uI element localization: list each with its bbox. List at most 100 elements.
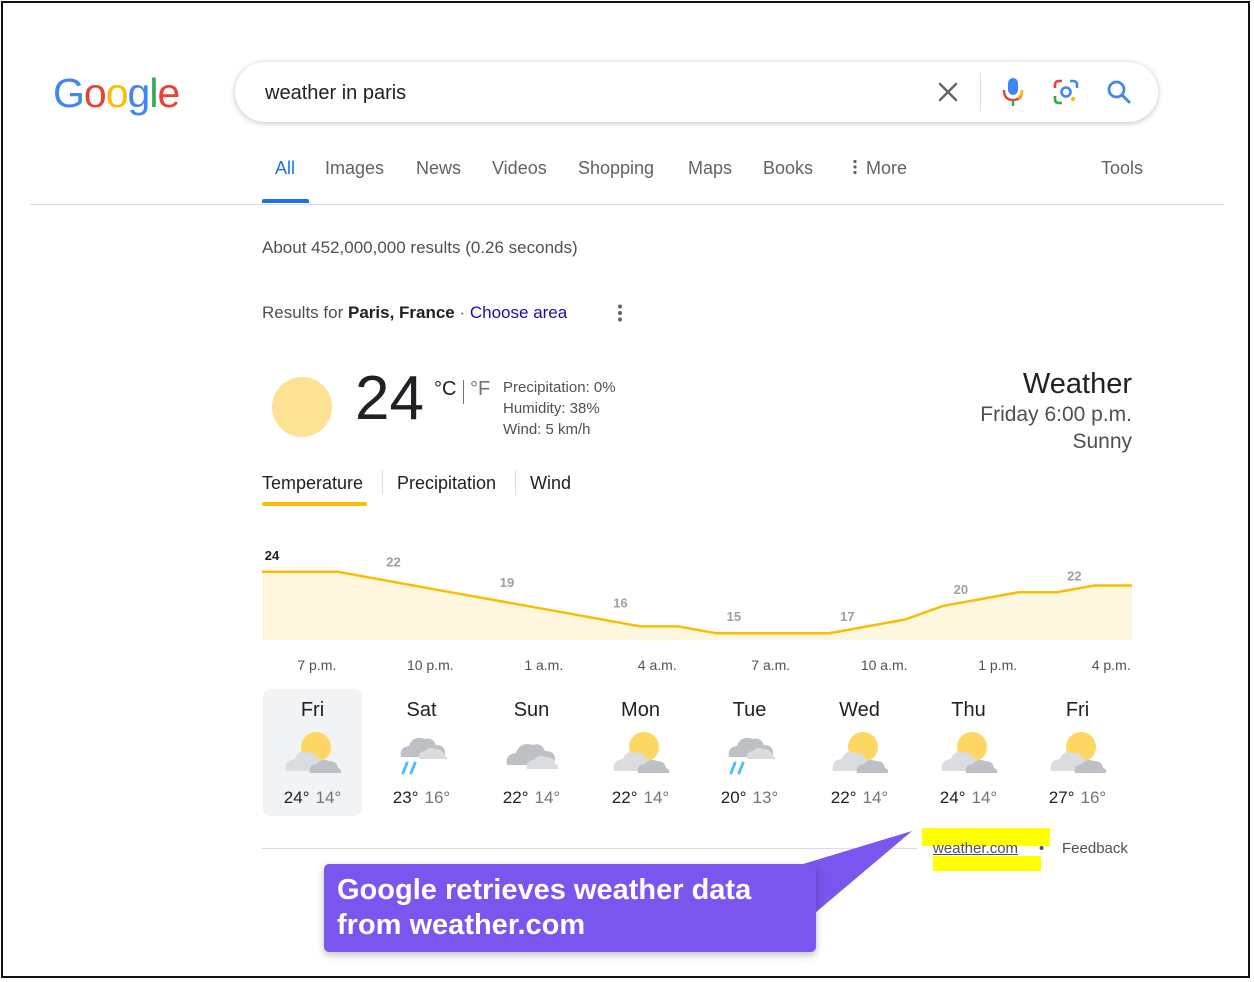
precipitation-value: Precipitation: 0%	[503, 379, 616, 396]
weather-time: Friday 6:00 p.m.	[980, 403, 1132, 426]
result-stats: About 452,000,000 results (0.26 seconds)	[262, 238, 578, 257]
logo-letter: e	[157, 70, 180, 116]
weather-title: Weather	[1022, 368, 1132, 400]
partly-cloudy-icon	[936, 727, 1000, 779]
chart-data-label: 15	[727, 609, 741, 624]
location-separator: ·	[454, 303, 470, 322]
day-temperatures: 23° 16°	[372, 788, 471, 808]
tools-button[interactable]: Tools	[1101, 158, 1143, 179]
tab-news[interactable]: News	[416, 158, 461, 179]
forecast-day-fri[interactable]: Fri 24° 14°	[263, 689, 362, 816]
results-for-prefix: Results for	[262, 303, 348, 322]
tab-images[interactable]: Images	[325, 158, 384, 179]
tab-more-label: More	[866, 158, 908, 178]
search-icon[interactable]	[1103, 76, 1135, 108]
current-temperature: 24	[355, 364, 424, 433]
logo-letter: o	[83, 70, 107, 116]
screenshot-border	[1, 1, 1250, 978]
results-for-line: Results for Paris, France · Choose area	[262, 303, 567, 323]
forecast-day-sat[interactable]: Sat 23° 16°	[372, 689, 471, 816]
google-logo[interactable]: Google	[53, 70, 180, 117]
subtab-separator	[382, 470, 383, 494]
celsius-toggle[interactable]: °C	[434, 378, 456, 401]
partly-cloudy-icon	[1045, 727, 1109, 779]
microphone-icon[interactable]	[997, 76, 1029, 108]
active-tab-indicator	[262, 199, 309, 203]
tab-wind[interactable]: Wind	[530, 473, 571, 494]
tab-all[interactable]: All	[275, 158, 295, 179]
annotation-text: Google retrieves weather data from weath…	[337, 874, 752, 941]
forecast-day-mon[interactable]: Mon 22° 14°	[591, 689, 690, 816]
chart-tick-label: 4 p.m.	[1091, 657, 1131, 673]
chart-data-label: 20	[954, 582, 968, 597]
chart-tick-label: 4 a.m.	[637, 657, 677, 673]
day-temperatures: 24° 14°	[263, 788, 362, 808]
forecast-day-fri[interactable]: Fri 27° 16°	[1028, 689, 1127, 816]
partly-cloudy-icon	[827, 727, 891, 779]
forecast-day-tue[interactable]: Tue 20° 13°	[700, 689, 799, 816]
low-temp: 14°	[315, 788, 342, 807]
search-input[interactable]	[263, 76, 887, 110]
high-temp: 22°	[611, 788, 638, 807]
high-temp: 27°	[1048, 788, 1075, 807]
low-temp: 14°	[643, 788, 670, 807]
tab-shopping[interactable]: Shopping	[578, 158, 654, 179]
wind-value: Wind: 5 km/h	[503, 421, 591, 438]
feedback-link[interactable]: Feedback	[1062, 840, 1128, 857]
rain-icon	[389, 727, 453, 779]
low-temp: 16°	[424, 788, 451, 807]
more-options-icon[interactable]	[613, 303, 627, 323]
footer-dot: •	[1039, 840, 1045, 857]
more-vert-icon	[853, 159, 857, 175]
tab-more[interactable]: More	[852, 158, 907, 179]
chart-data-label: 16	[613, 596, 627, 611]
chart-data-label: 17	[840, 609, 854, 624]
active-subtab-indicator	[262, 502, 367, 506]
tab-videos[interactable]: Videos	[492, 158, 547, 179]
tab-precipitation[interactable]: Precipitation	[397, 473, 496, 494]
tab-books[interactable]: Books	[763, 158, 813, 179]
close-icon[interactable]	[932, 76, 964, 108]
cloudy-icon	[499, 727, 563, 779]
chart-data-label: 19	[500, 575, 514, 590]
day-name: Fri	[1065, 699, 1090, 721]
day-temperatures: 27° 16°	[1028, 788, 1127, 808]
search-box	[235, 62, 1158, 122]
forecast-day-wed[interactable]: Wed 22° 14°	[810, 689, 909, 816]
day-name: Sat	[406, 699, 437, 721]
high-temp: 22°	[502, 788, 529, 807]
chart-data-label: 22	[386, 555, 400, 570]
day-temperatures: 20° 13°	[700, 788, 799, 808]
choose-area-link[interactable]: Choose area	[470, 303, 567, 322]
day-temperatures: 22° 14°	[482, 788, 581, 808]
logo-letter: g	[127, 70, 151, 116]
search-divider	[980, 74, 981, 110]
high-temp: 22°	[830, 788, 857, 807]
partly-cloudy-icon	[608, 727, 672, 779]
high-temp: 20°	[720, 788, 747, 807]
sun-icon	[272, 377, 332, 437]
chart-tick-label: 1 p.m.	[978, 657, 1018, 673]
fahrenheit-toggle[interactable]: °F	[470, 378, 490, 401]
lens-icon[interactable]	[1050, 76, 1082, 108]
forecast-day-sun[interactable]: Sun 22° 14°	[482, 689, 581, 816]
logo-letter: o	[105, 70, 129, 116]
chart-data-label: 22	[1067, 568, 1081, 583]
temperature-chart: 24 22 19 16 15 17 20 22	[262, 548, 1132, 640]
day-name: Sun	[513, 699, 550, 721]
day-name: Tue	[732, 699, 767, 721]
chart-tick-label: 10 a.m.	[860, 657, 908, 673]
day-temperatures: 22° 14°	[810, 788, 909, 808]
day-temperatures: 24° 14°	[919, 788, 1018, 808]
tab-maps[interactable]: Maps	[688, 158, 732, 179]
tab-temperature[interactable]: Temperature	[262, 473, 363, 494]
day-name: Fri	[300, 699, 325, 721]
high-temp: 24°	[283, 788, 310, 807]
rain-icon	[717, 727, 781, 779]
low-temp: 14°	[534, 788, 561, 807]
chart-tick-label: 10 p.m.	[406, 657, 454, 673]
forecast-day-thu[interactable]: Thu 24° 14°	[919, 689, 1018, 816]
weather-source-link[interactable]: weather.com	[933, 840, 1018, 857]
chart-data-label: 24	[265, 548, 280, 563]
low-temp: 14°	[862, 788, 889, 807]
